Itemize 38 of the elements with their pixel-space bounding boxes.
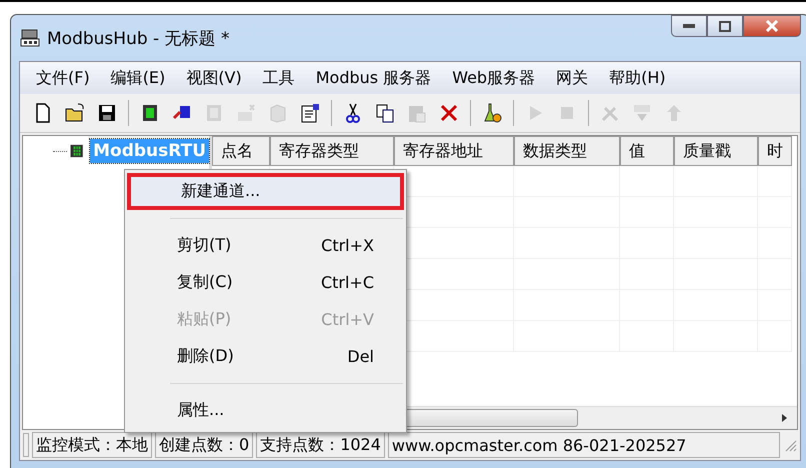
right-arrow-icon <box>779 413 789 423</box>
table-cell <box>620 166 674 197</box>
resize-grip-icon <box>783 438 797 452</box>
delete-icon <box>438 102 460 124</box>
app-icon <box>19 28 41 48</box>
menu-item[interactable]: 文件(F) <box>36 68 90 88</box>
window-title: ModbusHub - 无标题 * <box>47 28 230 50</box>
column-header[interactable]: 数据类型 <box>514 136 620 166</box>
menu-item[interactable]: 剪切(T) Ctrl+X <box>127 227 404 264</box>
menu-item[interactable]: 属性... <box>127 392 404 429</box>
open-icon <box>64 102 86 124</box>
maximize-icon <box>719 20 731 32</box>
menu-item[interactable]: 删除(D) Del <box>127 338 404 375</box>
close-icon <box>765 20 779 32</box>
column-header[interactable]: 值 <box>620 136 674 166</box>
minimize-icon <box>683 24 695 28</box>
column-header[interactable]: 寄存器地址 <box>394 136 514 166</box>
close-button[interactable] <box>743 15 801 37</box>
save-icon <box>96 102 118 124</box>
maximize-button[interactable] <box>707 15 743 37</box>
menu-item[interactable]: 编辑(E) <box>110 68 166 88</box>
table-cell <box>758 166 792 197</box>
menu-item[interactable]: 网关 <box>556 68 588 88</box>
status-text: www.opcmaster.com 86-021-202527 <box>388 432 780 458</box>
column-header[interactable]: 质量戳 <box>674 136 758 166</box>
menu-item[interactable]: Web服务器 <box>452 68 536 88</box>
menu-item[interactable]: 视图(V) <box>186 68 242 88</box>
column-header[interactable]: 寄存器类型 <box>270 136 394 166</box>
menu-item[interactable]: Modbus 服务器 <box>316 68 432 88</box>
minimize-button[interactable] <box>671 15 707 37</box>
menu-item[interactable]: 新建通道... <box>127 173 404 210</box>
menu-item[interactable]: 复制(C) Ctrl+C <box>127 264 404 301</box>
menu-item[interactable]: 帮助(H) <box>609 68 666 88</box>
copy-icon <box>374 102 396 124</box>
properties-icon <box>299 102 321 124</box>
column-header[interactable]: 时 <box>758 136 792 166</box>
menu-item[interactable]: 工具 <box>262 68 295 88</box>
column-header[interactable]: 点名 <box>212 136 270 166</box>
